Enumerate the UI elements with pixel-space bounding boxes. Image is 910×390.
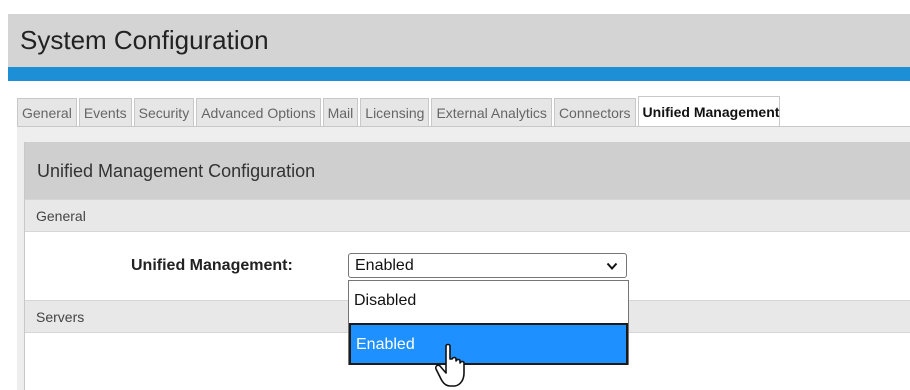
select-dropdown-list: Disabled Enabled: [348, 280, 629, 365]
unified-management-select[interactable]: Enabled: [348, 253, 627, 278]
page-title: System Configuration: [20, 25, 269, 55]
tab-general[interactable]: General: [17, 98, 77, 126]
tab-licensing[interactable]: Licensing: [360, 98, 430, 126]
option-enabled[interactable]: Enabled: [349, 323, 628, 365]
tab-external-analytics[interactable]: External Analytics: [431, 98, 552, 126]
tab-unified-management[interactable]: Unified Management: [637, 96, 781, 126]
select-current-value: Enabled: [355, 257, 414, 274]
unified-management-label: Unified Management:: [131, 257, 293, 274]
panel-title-bar: Unified Management Configuration: [25, 142, 910, 199]
mouse-pointer-icon: [435, 343, 465, 387]
section-title-general: General: [36, 208, 86, 224]
chevron-down-icon: [606, 262, 618, 270]
tab-events[interactable]: Events: [78, 98, 132, 126]
tab-mail[interactable]: Mail: [322, 98, 359, 126]
section-title-servers: Servers: [36, 309, 85, 325]
tab-security[interactable]: Security: [133, 98, 195, 126]
option-disabled[interactable]: Disabled: [349, 289, 628, 319]
tab-connectors[interactable]: Connectors: [553, 98, 636, 126]
page-header: System Configuration: [8, 14, 910, 67]
section-header-general: General: [25, 199, 910, 232]
accent-bar: [8, 67, 910, 81]
panel-title: Unified Management Configuration: [37, 161, 316, 181]
tab-bar: General Events Security Advanced Options…: [17, 96, 781, 126]
tab-advanced-options[interactable]: Advanced Options: [196, 98, 321, 126]
